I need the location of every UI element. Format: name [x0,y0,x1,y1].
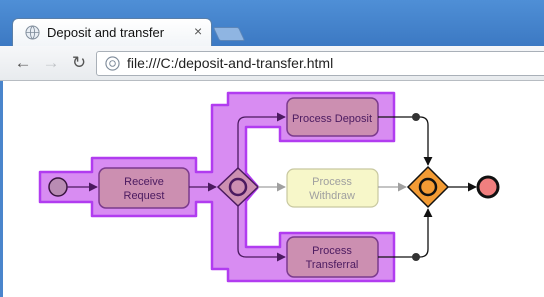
start-event[interactable] [48,177,68,197]
browser-tab[interactable]: Deposit and transfer × [12,18,212,46]
task-process-transferral-label-1: Process [312,245,352,257]
task-process-deposit-label: Process Deposit [292,113,372,125]
task-process-withdraw-label-2: Withdraw [309,190,355,202]
flow-junction-dot-bottom [412,253,420,261]
page-icon [105,56,120,71]
address-url: file:///C:/deposit-and-transfer.html [127,55,334,71]
bpmn-diagram: Receive Request Process Deposit Process … [38,91,500,283]
task-receive-request-label-2: Request [124,190,165,202]
end-event[interactable] [476,175,500,199]
join-gateway[interactable] [406,165,450,209]
address-bar[interactable]: file:///C:/deposit-and-transfer.html [96,51,544,76]
browser-titlebar: Deposit and transfer × [0,0,544,46]
task-process-deposit[interactable]: Process Deposit [286,97,379,137]
browser-toolbar: ← → ↻ file:///C:/deposit-and-transfer.ht… [0,46,544,81]
reload-icon[interactable]: ↻ [68,52,90,74]
globe-icon [25,25,40,40]
task-receive-request-label-1: Receive [124,176,164,188]
page-content: Receive Request Process Deposit Process … [0,81,544,297]
task-process-transferral-label-2: Transferral [306,259,359,271]
forward-arrow-icon[interactable]: → [40,52,62,74]
flow-junction-dot-top [412,113,420,121]
task-receive-request[interactable]: Receive Request [98,167,190,209]
close-tab-icon[interactable]: × [194,23,202,39]
tab-title: Deposit and transfer [47,25,165,40]
new-tab-button[interactable] [212,27,246,41]
back-arrow-icon[interactable]: ← [12,52,34,74]
task-process-transferral[interactable]: Process Transferral [286,236,379,278]
task-process-withdraw[interactable]: Process Withdraw [286,168,379,208]
task-process-withdraw-label-1: Process [312,176,352,188]
